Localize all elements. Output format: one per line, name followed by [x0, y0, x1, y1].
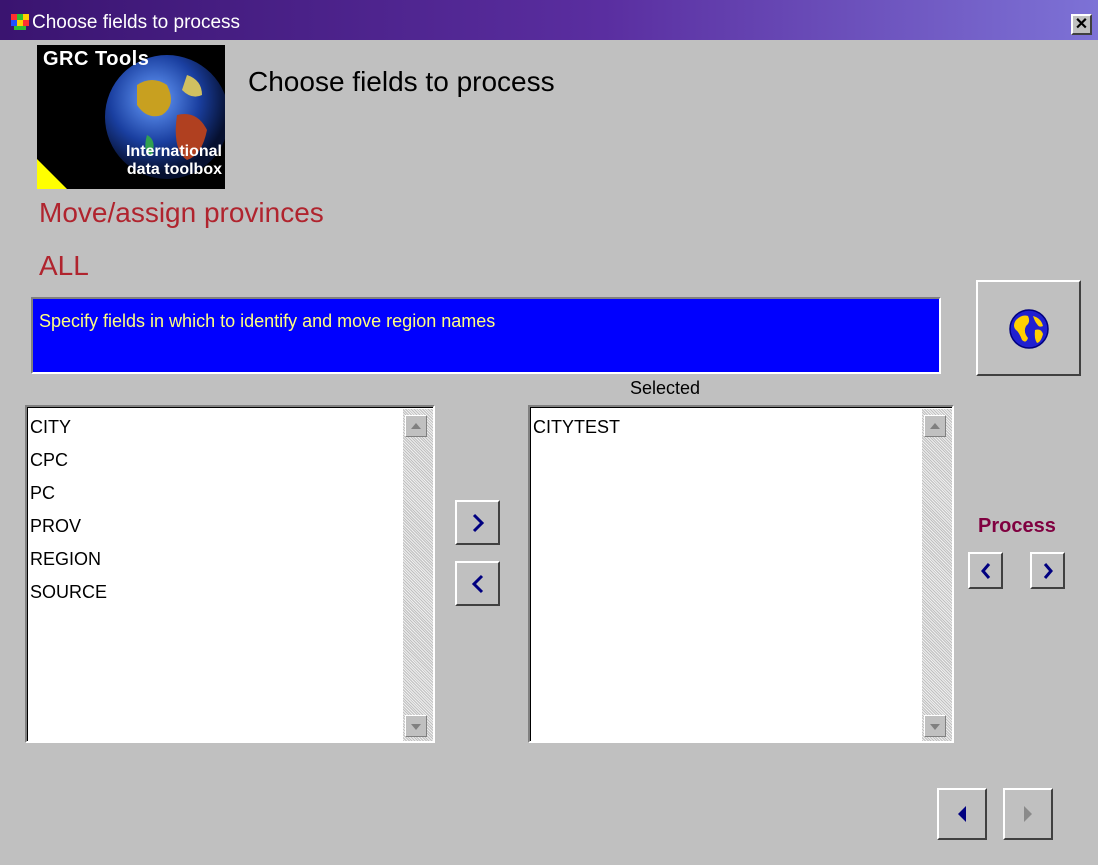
list-item[interactable]: CPC [30, 447, 107, 480]
back-button[interactable] [937, 788, 987, 840]
process-label: Process [978, 515, 1056, 537]
process-previous-button[interactable] [968, 552, 1003, 589]
chevron-right-icon [472, 513, 484, 532]
scroll-down-button[interactable] [405, 715, 427, 737]
close-icon: ✕ [1074, 16, 1089, 33]
chevron-left-icon [471, 574, 483, 593]
globe-icon [1009, 309, 1049, 349]
list-item[interactable]: SOURCE [30, 579, 107, 612]
list-item[interactable]: CITY [30, 414, 107, 447]
list-item[interactable]: CITYTEST [533, 414, 620, 447]
instruction-panel: Specify fields in which to identify and … [31, 297, 941, 374]
next-button[interactable] [1003, 788, 1053, 840]
selected-list-scrollbar[interactable] [922, 409, 952, 741]
scroll-up-button[interactable] [405, 415, 427, 437]
window-title: Choose fields to process [32, 12, 241, 33]
available-list-scrollbar[interactable] [403, 409, 433, 741]
task-name: Move/assign provinces [39, 197, 324, 228]
triangle-right-icon [1024, 806, 1032, 822]
selected-list-items: CITYTEST [533, 414, 620, 447]
task-scope: ALL [39, 250, 89, 281]
available-fields-list[interactable]: CITY CPC PC PROV REGION SOURCE [25, 405, 435, 743]
close-button[interactable]: ✕ [1071, 14, 1092, 35]
available-list-items: CITY CPC PC PROV REGION SOURCE [30, 414, 107, 612]
app-icon [11, 14, 29, 30]
logo-subtitle: International data toolbox [125, 143, 222, 178]
globe-button[interactable] [976, 280, 1081, 376]
chevron-right-icon [1043, 562, 1053, 579]
grc-tools-logo: GRC Tools International data toolbox [37, 45, 225, 189]
list-item[interactable]: PC [30, 480, 107, 513]
scroll-down-button[interactable] [924, 715, 946, 737]
scroll-down-icon [411, 724, 421, 730]
scroll-up-button[interactable] [924, 415, 946, 437]
scroll-up-icon [930, 423, 940, 429]
list-item[interactable]: REGION [30, 546, 107, 579]
remove-field-button[interactable] [455, 561, 500, 606]
process-next-button[interactable] [1030, 552, 1065, 589]
logo-title: GRC Tools [43, 48, 150, 70]
chevron-left-icon [980, 562, 990, 579]
list-item[interactable]: PROV [30, 513, 107, 546]
scroll-up-icon [411, 423, 421, 429]
title-bar: Choose fields to process ✕ [0, 0, 1098, 40]
triangle-left-icon [958, 806, 966, 822]
add-field-button[interactable] [455, 500, 500, 545]
selected-fields-list[interactable]: CITYTEST [528, 405, 954, 743]
page-title: Choose fields to process [248, 66, 555, 97]
selected-list-label: Selected [630, 378, 701, 398]
scroll-down-icon [930, 724, 940, 730]
